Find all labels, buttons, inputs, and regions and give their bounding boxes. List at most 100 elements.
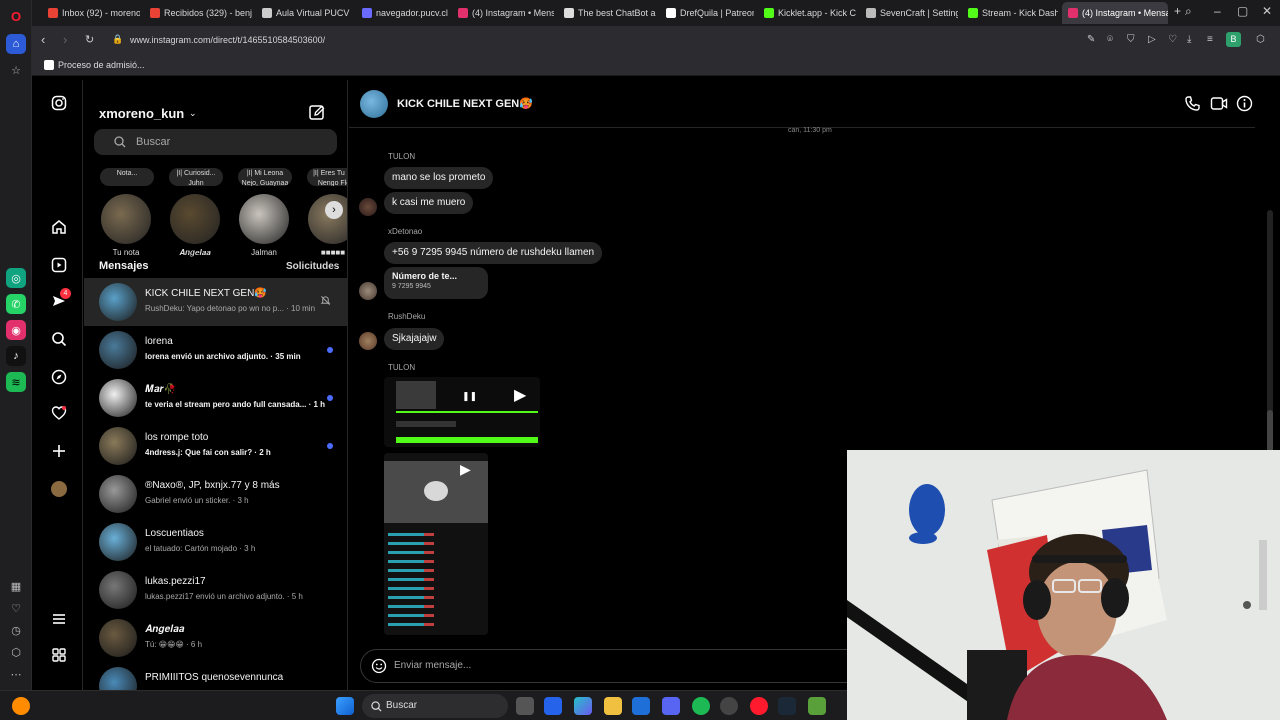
- instagram-icon[interactable]: ◉: [6, 320, 26, 340]
- download-icon[interactable]: ⤓: [1187, 34, 1191, 45]
- minecraft-icon[interactable]: [808, 697, 826, 715]
- group-avatar[interactable]: [360, 90, 388, 118]
- notes-next-icon[interactable]: ›: [325, 201, 343, 219]
- bookmark-item[interactable]: Proceso de admisió...: [58, 60, 145, 70]
- messages-nav-icon[interactable]: 4: [50, 288, 71, 310]
- info-icon[interactable]: [1236, 95, 1253, 115]
- shared-video[interactable]: ▶: [384, 453, 488, 635]
- reels-icon[interactable]: [50, 256, 68, 274]
- message-bubble[interactable]: +56 9 7295 9945 número de rushdeku llame…: [384, 242, 603, 264]
- spotify-icon[interactable]: ≋: [6, 372, 26, 392]
- create-icon[interactable]: [50, 442, 68, 460]
- task-view-icon[interactable]: [516, 697, 534, 715]
- browser-tab[interactable]: The best ChatBot and: [558, 2, 656, 24]
- search-nav-icon[interactable]: [50, 330, 68, 348]
- profile-nav-avatar[interactable]: [50, 480, 68, 498]
- explore-icon[interactable]: [50, 368, 68, 386]
- store-icon[interactable]: [632, 697, 650, 715]
- conversation-item[interactable]: lorena lorena envió un archivo adjunto. ·…: [84, 326, 347, 374]
- account-username[interactable]: xmoreno_kun: [99, 106, 184, 121]
- conversation-item[interactable]: 𝑴𝒂𝒓🥀 te veria el stream pero ando full ca…: [84, 374, 347, 422]
- opera-taskbar-icon[interactable]: [750, 697, 768, 715]
- browser-tab[interactable]: SevenCraft | Settings: [860, 2, 958, 24]
- message-bubble[interactable]: mano se los prometo: [384, 167, 494, 189]
- tiktok-icon[interactable]: ♪: [6, 346, 26, 366]
- browser-tab[interactable]: Aula Virtual PUCV - A: [256, 2, 352, 24]
- edit-icon[interactable]: ✎: [1087, 34, 1095, 45]
- url-field[interactable]: www.instagram.com/direct/t/1465510584503…: [130, 35, 325, 45]
- windows-start-icon[interactable]: [336, 697, 354, 715]
- menu-icon[interactable]: ≡: [1207, 34, 1213, 45]
- star-icon[interactable]: ☆: [6, 60, 26, 80]
- whatsapp-icon[interactable]: ✆: [6, 294, 26, 314]
- shared-video[interactable]: ❚❚ ▶: [384, 377, 540, 447]
- reload-icon[interactable]: ↻: [85, 33, 94, 46]
- play-icon[interactable]: ▷: [1148, 34, 1156, 45]
- more-menu-icon[interactable]: [50, 610, 68, 628]
- conversation-item[interactable]: lukas.pezzi17 lukas.pezzi17 envió un arch…: [84, 566, 347, 614]
- emoji-icon[interactable]: [371, 658, 387, 674]
- search-input[interactable]: Buscar: [94, 129, 337, 155]
- browser-tab[interactable]: DrefQuila | Patreon: [660, 2, 754, 24]
- weather-widget-icon[interactable]: [12, 697, 30, 715]
- conversation-item[interactable]: KICK CHILE NEXT GEN🥵 RushDeku: Yapo deton…: [84, 278, 347, 326]
- link-preview-card[interactable]: Número de te... 9 7295 9945: [384, 267, 488, 299]
- sender-avatar[interactable]: [359, 282, 377, 300]
- conversation-item[interactable]: 𝑨𝒏𝒈𝒆𝒍𝒂𝒂 Tú: 😁😁😁 · 6 h: [84, 614, 347, 662]
- maximize-icon[interactable]: ▢: [1237, 4, 1248, 18]
- search-tabs-icon[interactable]: ⌕: [1185, 4, 1192, 19]
- note-item[interactable]: |I| Mi Leona Nejo, Guaynaa Jalman: [234, 168, 294, 258]
- taskbar-search[interactable]: Buscar: [362, 694, 508, 718]
- conversation-item[interactable]: PRIMIIITOS quenosevennunca: [84, 662, 347, 690]
- browser-tab[interactable]: Inbox (92) - morenok: [42, 2, 140, 24]
- spotify-taskbar-icon[interactable]: [692, 697, 710, 715]
- call-icon[interactable]: [1184, 95, 1201, 115]
- sender-avatar[interactable]: [359, 198, 377, 216]
- instagram-logo-icon[interactable]: [50, 94, 68, 112]
- note-item[interactable]: |I| Curiosid... Juhn 𝑨𝒏𝒈𝒆𝒍𝒂𝒂: [165, 168, 225, 258]
- opera-logo-icon[interactable]: O: [6, 6, 26, 26]
- threads-apps-icon[interactable]: [50, 646, 68, 664]
- sender-avatar[interactable]: [359, 332, 377, 350]
- easy-setup-icon[interactable]: ⬡: [1256, 34, 1265, 45]
- steam-icon[interactable]: [778, 697, 796, 715]
- extensions-icon[interactable]: ⬡: [6, 642, 26, 662]
- notifications-icon[interactable]: [50, 404, 68, 422]
- obs-icon[interactable]: [720, 697, 738, 715]
- pause-icon[interactable]: ❚❚: [462, 391, 477, 402]
- new-tab-button[interactable]: +: [1174, 4, 1181, 18]
- chat-title[interactable]: KICK CHILE NEXT GEN🥵: [397, 97, 533, 110]
- workspaces-icon[interactable]: ▦: [6, 576, 26, 596]
- play-icon[interactable]: ▶: [460, 461, 471, 478]
- browser-tab[interactable]: Kicklet.app - Kick Cha: [758, 2, 856, 24]
- chatgpt-icon[interactable]: ◎: [6, 268, 26, 288]
- chevron-down-icon[interactable]: ⌄: [189, 108, 197, 119]
- close-icon[interactable]: ✕: [1262, 4, 1272, 18]
- conversation-item[interactable]: los rompe toto 4ndress.j: Que fai con sal…: [84, 422, 347, 470]
- requests-link[interactable]: Solicitudes: [286, 261, 339, 272]
- file-explorer-icon[interactable]: [604, 697, 622, 715]
- widgets-icon[interactable]: [544, 697, 562, 715]
- message-bubble[interactable]: k casi me muero: [384, 192, 474, 214]
- discord-icon[interactable]: [662, 697, 680, 715]
- browser-tab[interactable]: (4) Instagram • Mensa: [452, 2, 554, 24]
- heart-icon[interactable]: ♡: [6, 598, 26, 618]
- home-icon[interactable]: ⌂: [6, 34, 26, 54]
- new-message-icon[interactable]: [308, 104, 326, 125]
- back-icon[interactable]: ‹: [41, 32, 45, 47]
- browser-tab[interactable]: (4) Instagram • Mensa: [1062, 2, 1168, 24]
- minimize-icon[interactable]: –: [1214, 4, 1221, 18]
- browser-tab[interactable]: Stream - Kick Dashbo: [962, 2, 1058, 24]
- copilot-icon[interactable]: [574, 697, 592, 715]
- video-call-icon[interactable]: [1210, 95, 1228, 115]
- play-icon[interactable]: ▶: [514, 385, 526, 405]
- heart-outline-icon[interactable]: ♡: [1168, 34, 1177, 45]
- note-item[interactable]: Nota... Tu nota: [96, 168, 156, 258]
- browser-tab[interactable]: Recibidos (329) - benj: [144, 2, 252, 24]
- message-bubble[interactable]: Sjkajajajw: [384, 328, 445, 350]
- history-icon[interactable]: ◷: [6, 620, 26, 640]
- profile-avatar[interactable]: B: [1226, 32, 1241, 47]
- forward-icon[interactable]: ›: [63, 32, 67, 47]
- camera-icon[interactable]: ⌾: [1107, 34, 1113, 45]
- home-nav-icon[interactable]: [50, 218, 68, 236]
